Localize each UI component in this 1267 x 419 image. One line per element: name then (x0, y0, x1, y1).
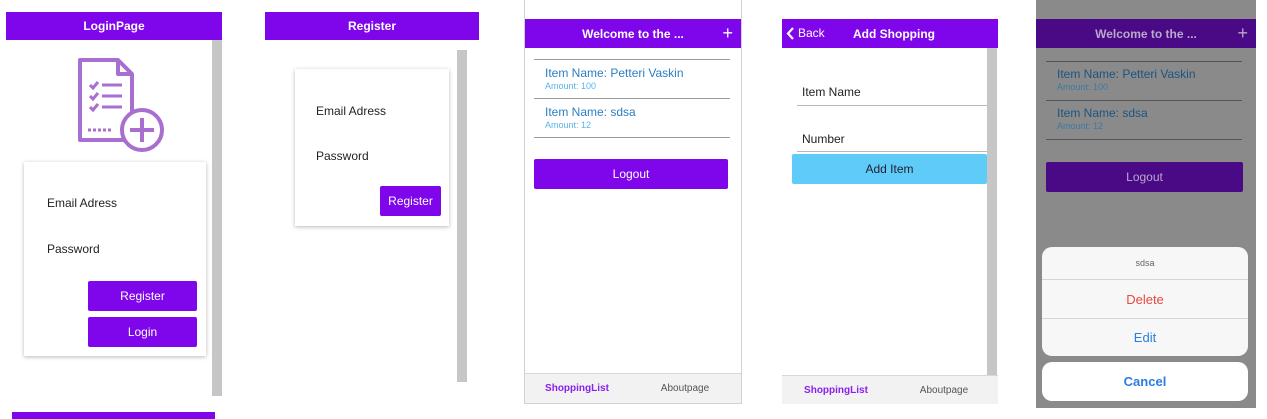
register-button-label: Register (388, 194, 433, 208)
page-title: Welcome to the ... (1095, 26, 1197, 41)
action-sheet: sdsa Delete Edit (1042, 247, 1248, 356)
page-title: Register (347, 19, 397, 33)
login-button[interactable]: Login (88, 317, 197, 347)
back-label: Back (798, 26, 825, 40)
item-amount: Amount: 12 (545, 120, 592, 130)
login-screen: LoginPage Email Adress Password Register… (6, 0, 222, 400)
logout-button[interactable]: Logout (1046, 162, 1243, 192)
action-sheet-title-text: sdsa (1135, 258, 1155, 268)
email-field[interactable]: Email Adress (316, 104, 386, 118)
shopping-header: Welcome to the ... + (1036, 19, 1256, 48)
tab-aboutpage[interactable]: Aboutpage (633, 374, 737, 403)
page-title: Welcome to the ... (582, 26, 684, 41)
add-shopping-screen: Back Add Shopping Item Name Number Add I… (782, 0, 998, 404)
login-button-label: Login (127, 325, 158, 339)
cancel-button[interactable]: Cancel (1042, 362, 1248, 401)
tab-bar: ShoppingList Aboutpage (782, 375, 998, 404)
add-item-button-label: Add Item (865, 162, 914, 176)
tab-label: Aboutpage (919, 384, 969, 396)
item-amount: Amount: 12 (1057, 121, 1104, 131)
item-name-underline (797, 105, 987, 106)
register-button[interactable]: Register (88, 281, 197, 311)
item-amount: Amount: 100 (1057, 82, 1109, 92)
number-underline (797, 151, 987, 152)
password-field[interactable]: Password (316, 149, 369, 163)
item-name: Item Name: sdsa (545, 105, 636, 119)
next-screen-header-peek (12, 412, 215, 419)
email-field[interactable]: Email Adress (47, 196, 117, 210)
action-sheet-screen: Welcome to the ... + Item Name: Petteri … (1036, 0, 1256, 408)
tab-shoppinglist[interactable]: ShoppingList (525, 374, 629, 403)
item-name: Item Name: Petteri Vaskin (1057, 67, 1196, 81)
register-header: Register (265, 12, 479, 40)
item-name-field[interactable]: Item Name (802, 85, 861, 99)
login-header: LoginPage (6, 12, 222, 40)
chevron-left-icon (786, 26, 794, 40)
logout-button[interactable]: Logout (534, 159, 728, 189)
shopping-list-screen: Welcome to the ... + Item Name: Petteri … (524, 0, 742, 404)
add-icon[interactable]: + (1237, 23, 1248, 44)
list-divider (1046, 61, 1242, 62)
tab-label: ShoppingList (804, 384, 868, 396)
cancel-button-label: Cancel (1123, 374, 1167, 389)
list-divider (534, 59, 730, 60)
tab-label: Aboutpage (660, 383, 710, 394)
register-button-label: Register (120, 289, 165, 303)
tab-aboutpage[interactable]: Aboutpage (890, 376, 998, 404)
app-logo (72, 52, 172, 156)
scrollbar[interactable] (457, 50, 467, 382)
logout-button-label: Logout (1126, 170, 1163, 184)
number-field[interactable]: Number (802, 132, 845, 146)
add-shopping-header: Back Add Shopping (782, 19, 998, 48)
tab-bar: ShoppingList Aboutpage (525, 373, 741, 403)
back-button[interactable]: Back (786, 26, 825, 40)
list-divider (534, 98, 730, 99)
list-divider (534, 137, 730, 138)
scrollbar[interactable] (212, 40, 222, 396)
item-name: Item Name: Petteri Vaskin (545, 66, 684, 80)
tab-shoppinglist[interactable]: ShoppingList (782, 376, 890, 404)
checklist-document-icon (78, 58, 164, 152)
action-sheet-title: sdsa (1042, 247, 1248, 279)
add-item-button[interactable]: Add Item (792, 154, 987, 184)
password-field[interactable]: Password (47, 242, 100, 256)
scrollbar[interactable] (987, 48, 997, 382)
page-title: LoginPage (83, 19, 145, 33)
page-title: Add Shopping (853, 27, 935, 41)
edit-button-label: Edit (1133, 330, 1157, 345)
list-divider (1046, 139, 1242, 140)
item-name: Item Name: sdsa (1057, 106, 1148, 120)
edit-button[interactable]: Edit (1042, 319, 1248, 356)
add-icon[interactable]: + (722, 23, 733, 44)
register-button[interactable]: Register (380, 186, 441, 216)
logout-button-label: Logout (612, 167, 650, 181)
tab-label: ShoppingList (545, 383, 609, 394)
shopping-header: Welcome to the ... + (525, 19, 741, 48)
delete-button[interactable]: Delete (1042, 280, 1248, 318)
item-amount: Amount: 100 (545, 81, 597, 91)
delete-button-label: Delete (1126, 291, 1164, 307)
list-divider (1046, 100, 1242, 101)
register-screen: Register Email Adress Password Register (265, 0, 479, 392)
